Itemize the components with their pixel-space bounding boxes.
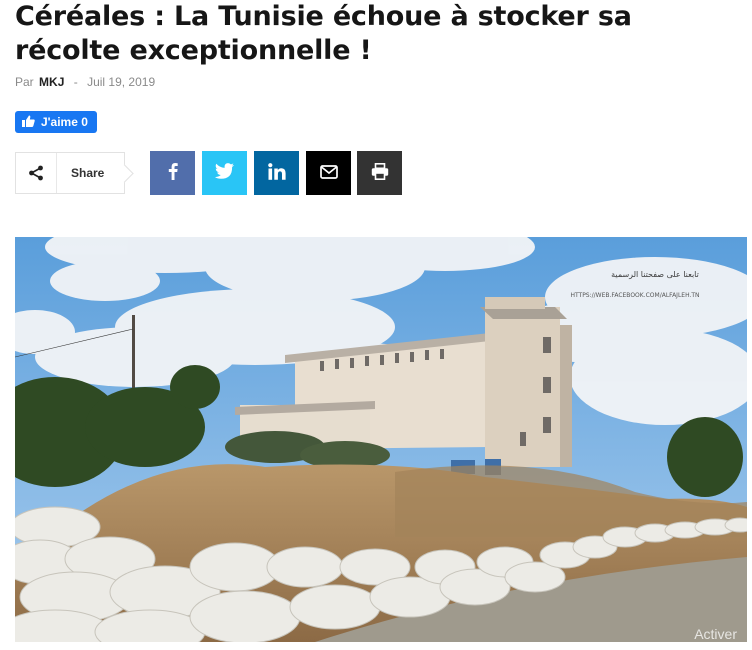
share-box[interactable]: Share <box>15 152 125 194</box>
author-link[interactable]: MKJ <box>39 75 64 89</box>
article-meta: Par MKJ - Juil 19, 2019 <box>15 75 155 89</box>
meta-separator: - <box>73 75 78 89</box>
share-icon <box>16 153 57 193</box>
share-label: Share <box>71 166 105 180</box>
by-label: Par <box>15 75 34 89</box>
activate-overlay-text: Activer <box>694 626 737 642</box>
envelope-icon <box>319 164 338 183</box>
article-title: Céréales : La Tunisie échoue à stocker s… <box>15 1 632 66</box>
share-facebook-button[interactable] <box>150 151 195 195</box>
share-twitter-button[interactable] <box>202 151 247 195</box>
watermark-arabic: تابعنا على صفحتنا الرسمية <box>611 270 699 279</box>
facebook-like-button[interactable]: J'aime 0 <box>15 111 97 133</box>
share-linkedin-button[interactable] <box>254 151 299 195</box>
share-email-button[interactable] <box>306 151 351 195</box>
publish-date: Juil 19, 2019 <box>87 75 156 89</box>
share-print-button[interactable] <box>357 151 402 195</box>
twitter-icon <box>215 163 234 183</box>
like-label: J'aime 0 <box>41 115 88 129</box>
article-hero-image: تابعنا على صفحتنا الرسمية HTTPS://WEB.FA… <box>15 237 747 642</box>
thumbs-up-icon <box>22 115 35 130</box>
printer-icon <box>371 162 389 184</box>
watermark-url: HTTPS://WEB.FACEBOOK.COM/ALFAJLEH.TN <box>570 292 699 299</box>
facebook-icon <box>168 162 178 184</box>
linkedin-icon <box>267 162 286 184</box>
